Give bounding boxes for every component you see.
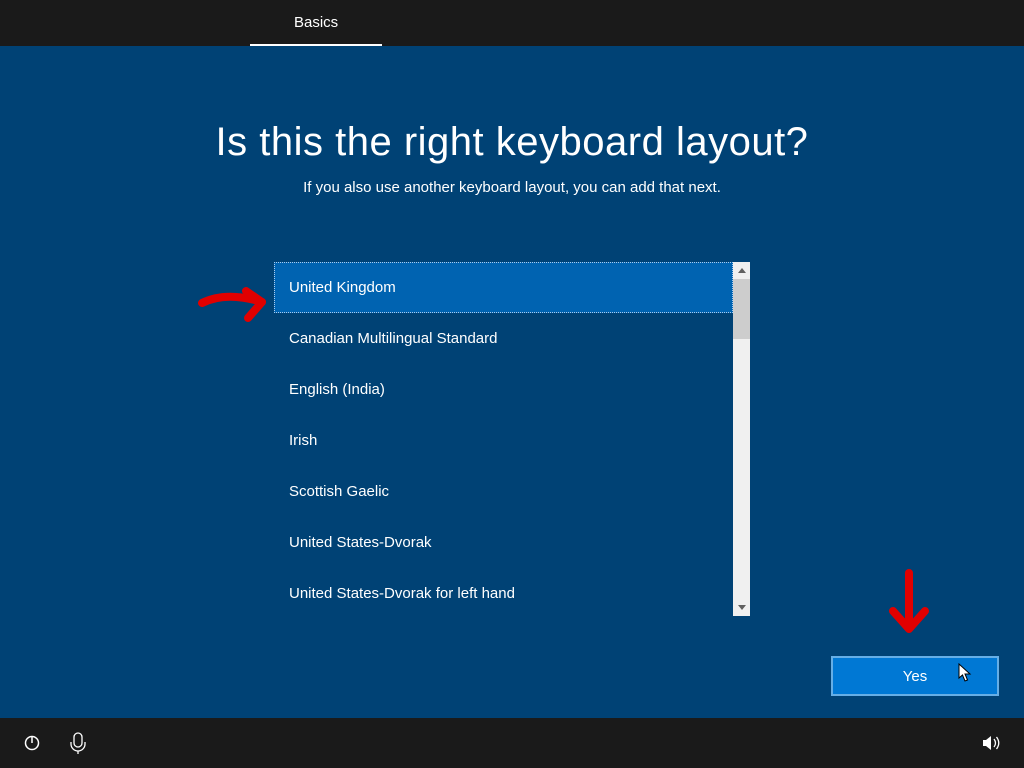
list-item[interactable]: Irish <box>274 415 733 466</box>
keyboard-layout-listbox: United Kingdom Canadian Multilingual Sta… <box>274 262 750 616</box>
list-item[interactable]: United Kingdom <box>274 262 733 313</box>
yes-button-label: Yes <box>903 668 927 685</box>
yes-button[interactable]: Yes <box>831 656 999 696</box>
bottom-left-icons <box>22 733 88 753</box>
scroll-up-icon[interactable] <box>733 262 750 279</box>
page-title: Is this the right keyboard layout? <box>216 120 809 165</box>
scrollbar[interactable] <box>733 262 750 616</box>
tab-basics[interactable]: Basics <box>250 0 382 46</box>
list-item[interactable]: English (India) <box>274 364 733 415</box>
list-item[interactable]: Scottish Gaelic <box>274 466 733 517</box>
scroll-thumb[interactable] <box>733 279 750 339</box>
volume-icon[interactable] <box>982 733 1002 753</box>
list-item[interactable]: United States-Dvorak for left hand <box>274 568 733 616</box>
page-subtitle: If you also use another keyboard layout,… <box>303 179 721 196</box>
list-item[interactable]: United States-Dvorak <box>274 517 733 568</box>
main-content: Is this the right keyboard layout? If yo… <box>0 46 1024 718</box>
bottom-bar <box>0 718 1024 768</box>
accessibility-icon[interactable] <box>68 733 88 753</box>
list-item[interactable]: Canadian Multilingual Standard <box>274 313 733 364</box>
power-icon[interactable] <box>22 733 42 753</box>
bottom-right-icons <box>982 733 1002 753</box>
keyboard-layout-list[interactable]: United Kingdom Canadian Multilingual Sta… <box>274 262 733 616</box>
scroll-down-icon[interactable] <box>733 599 750 616</box>
top-bar: Basics <box>0 0 1024 46</box>
